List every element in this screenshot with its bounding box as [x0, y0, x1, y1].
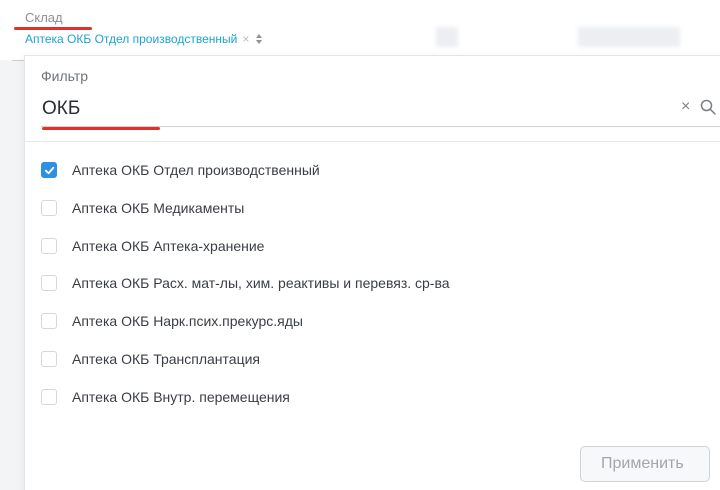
checkbox[interactable] [41, 199, 57, 216]
warehouse-field-label: Склад [25, 10, 63, 25]
checkbox[interactable] [41, 162, 57, 178]
annotation-underline-label [14, 27, 92, 30]
option-item[interactable]: Аптека ОКБ Аптека-хранение [41, 236, 450, 256]
apply-button[interactable]: Применить [580, 446, 710, 482]
option-item[interactable]: Аптека ОКБ Медикаменты [41, 198, 450, 218]
option-label[interactable]: Аптека ОКБ Медикаменты [72, 200, 244, 216]
option-item[interactable]: Аптека ОКБ Отдел производственный [41, 160, 450, 180]
option-item[interactable]: Аптека ОКБ Внутр. перемещения [41, 387, 450, 407]
background-divider [12, 60, 24, 61]
sort-arrows-icon[interactable] [255, 33, 263, 45]
option-label[interactable]: Аптека ОКБ Трансплантация [72, 351, 260, 367]
option-label[interactable]: Аптека ОКБ Нарк.псих.прекурс.яды [72, 313, 303, 329]
clear-icon[interactable]: × [242, 32, 249, 46]
checkbox[interactable] [41, 350, 57, 367]
background-block [436, 27, 458, 47]
checkbox[interactable] [41, 388, 57, 405]
page: Склад Аптека ОКБ Отдел производственный … [0, 0, 720, 490]
filter-dropdown-panel: Фильтр × Аптека ОКБ Отдел производственн… [24, 55, 720, 490]
annotation-underline-input [42, 127, 160, 130]
option-label[interactable]: Аптека ОКБ Аптека-хранение [72, 238, 264, 254]
option-label[interactable]: Аптека ОКБ Внутр. перемещения [72, 389, 290, 405]
option-label[interactable]: Аптека ОКБ Отдел производственный [72, 162, 320, 178]
background-strip [0, 60, 24, 490]
warehouse-field[interactable]: Аптека ОКБ Отдел производственный × [25, 32, 263, 46]
options-list: Аптека ОКБ Отдел производственный Аптека… [41, 160, 450, 425]
filter-label: Фильтр [41, 68, 89, 84]
option-item[interactable]: Аптека ОКБ Нарк.псих.прекурс.яды [41, 311, 450, 331]
checkbox[interactable] [41, 275, 57, 292]
checkbox[interactable] [41, 237, 57, 254]
option-item[interactable]: Аптека ОКБ Расх. мат-лы, хим. реактивы и… [41, 273, 450, 293]
background-block [578, 27, 680, 47]
checkbox[interactable] [41, 313, 57, 330]
check-icon [44, 166, 54, 174]
option-item[interactable]: Аптека ОКБ Трансплантация [41, 349, 450, 369]
filter-clear-icon[interactable]: × [681, 98, 690, 116]
warehouse-field-value[interactable]: Аптека ОКБ Отдел производственный [25, 32, 237, 46]
filter-input[interactable] [41, 92, 720, 127]
search-icon[interactable] [700, 99, 716, 115]
option-label[interactable]: Аптека ОКБ Расх. мат-лы, хим. реактивы и… [72, 275, 450, 291]
separator [25, 141, 720, 142]
